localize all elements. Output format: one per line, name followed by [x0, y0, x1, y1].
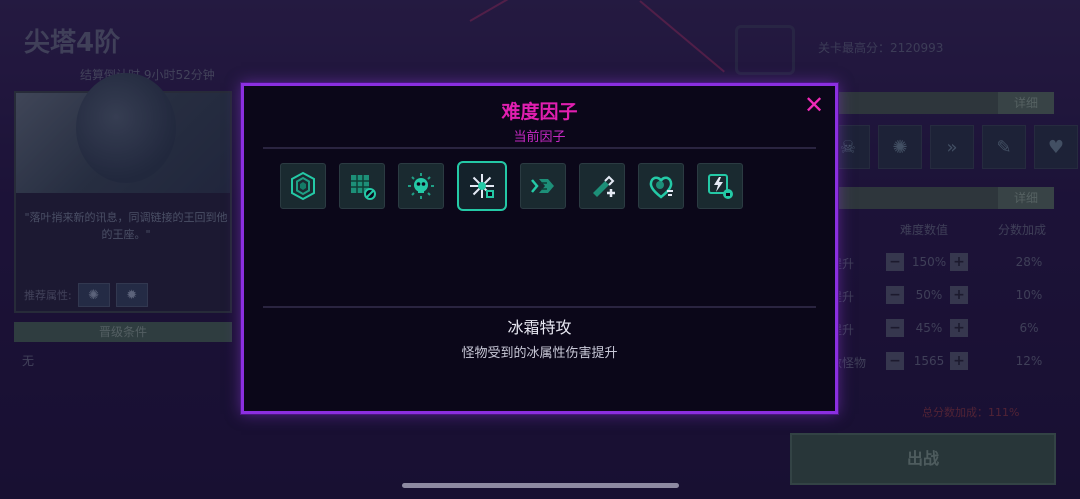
divider	[263, 147, 816, 149]
forward-arrows-icon	[531, 179, 554, 193]
factor-list	[280, 161, 756, 211]
factor-frost-burst[interactable]	[457, 161, 507, 211]
factor-lightning-shield[interactable]	[697, 163, 743, 209]
modal-title: 难度因子	[501, 101, 578, 123]
home-indicator[interactable]	[402, 483, 679, 488]
selected-factor-description: 怪物受到的冰属性伤害提升	[461, 346, 618, 361]
frost-burst-icon	[470, 174, 494, 198]
modal-subtitle: 当前因子	[513, 130, 566, 145]
difficulty-factor-modal: 难度因子 当前因子 ✕ 冰霜特攻 怪物受到的冰属性伤害提升	[241, 83, 838, 414]
skull-burst-icon	[408, 173, 434, 199]
heart-shield-icon	[649, 176, 673, 199]
divider	[263, 306, 816, 308]
grid-block-icon	[351, 175, 376, 200]
factor-heart-shield[interactable]	[638, 163, 684, 209]
factor-grid-block[interactable]	[339, 163, 385, 209]
factor-skull-burst[interactable]	[398, 163, 444, 209]
selected-factor-name: 冰霜特攻	[507, 318, 572, 337]
factor-syringe-plus[interactable]	[579, 163, 625, 209]
factor-forward-arrows[interactable]	[520, 163, 566, 209]
syringe-plus-icon	[593, 175, 615, 197]
close-button[interactable]: ✕	[802, 93, 826, 117]
factor-hexagon-shield[interactable]	[280, 163, 326, 209]
hexagon-shield-icon	[291, 171, 315, 201]
lightning-shield-icon	[708, 174, 733, 199]
